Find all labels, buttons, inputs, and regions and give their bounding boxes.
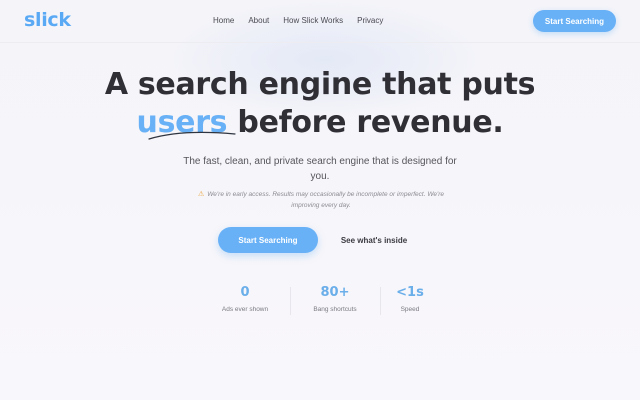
nav-start-searching-button[interactable]: Start Searching (533, 10, 616, 32)
hero-title-line2: before revenue. (227, 105, 504, 140)
see-whats-inside-button[interactable]: See what's inside (330, 227, 418, 253)
stat-speed-value: <1s (396, 285, 424, 300)
hero-subtitle: The fast, clean, and private search engi… (183, 156, 457, 182)
early-access-notice: ⚠ We're in early access. Results may occa… (190, 189, 452, 211)
stat-ads-label: Ads ever shown (221, 306, 269, 313)
start-searching-button[interactable]: Start Searching (218, 227, 318, 253)
hero-title-line1: A search engine that puts (104, 67, 536, 102)
nav-link-about[interactable]: About (248, 16, 269, 25)
navbar: slick Home About How Slick Works Privacy… (0, 0, 640, 43)
notice-text: We're in early access. Results may occas… (207, 191, 444, 209)
stat-speed: <1s Speed (365, 284, 455, 313)
logo[interactable]: slick (24, 9, 71, 31)
stat-speed-label: Speed (400, 306, 420, 313)
warning-icon: ⚠ (198, 191, 205, 198)
accent-underline (148, 131, 236, 140)
stat-ads-value: 0 (240, 285, 250, 300)
nav-link-how-slick-works[interactable]: How Slick Works (283, 16, 343, 25)
hero-title: A search engine that puts users before r… (0, 66, 640, 142)
nav-link-home[interactable]: Home (213, 16, 234, 25)
nav-links: Home About How Slick Works Privacy (213, 16, 397, 25)
nav-link-privacy[interactable]: Privacy (357, 16, 383, 25)
stat-ads: 0 Ads ever shown (200, 284, 290, 313)
